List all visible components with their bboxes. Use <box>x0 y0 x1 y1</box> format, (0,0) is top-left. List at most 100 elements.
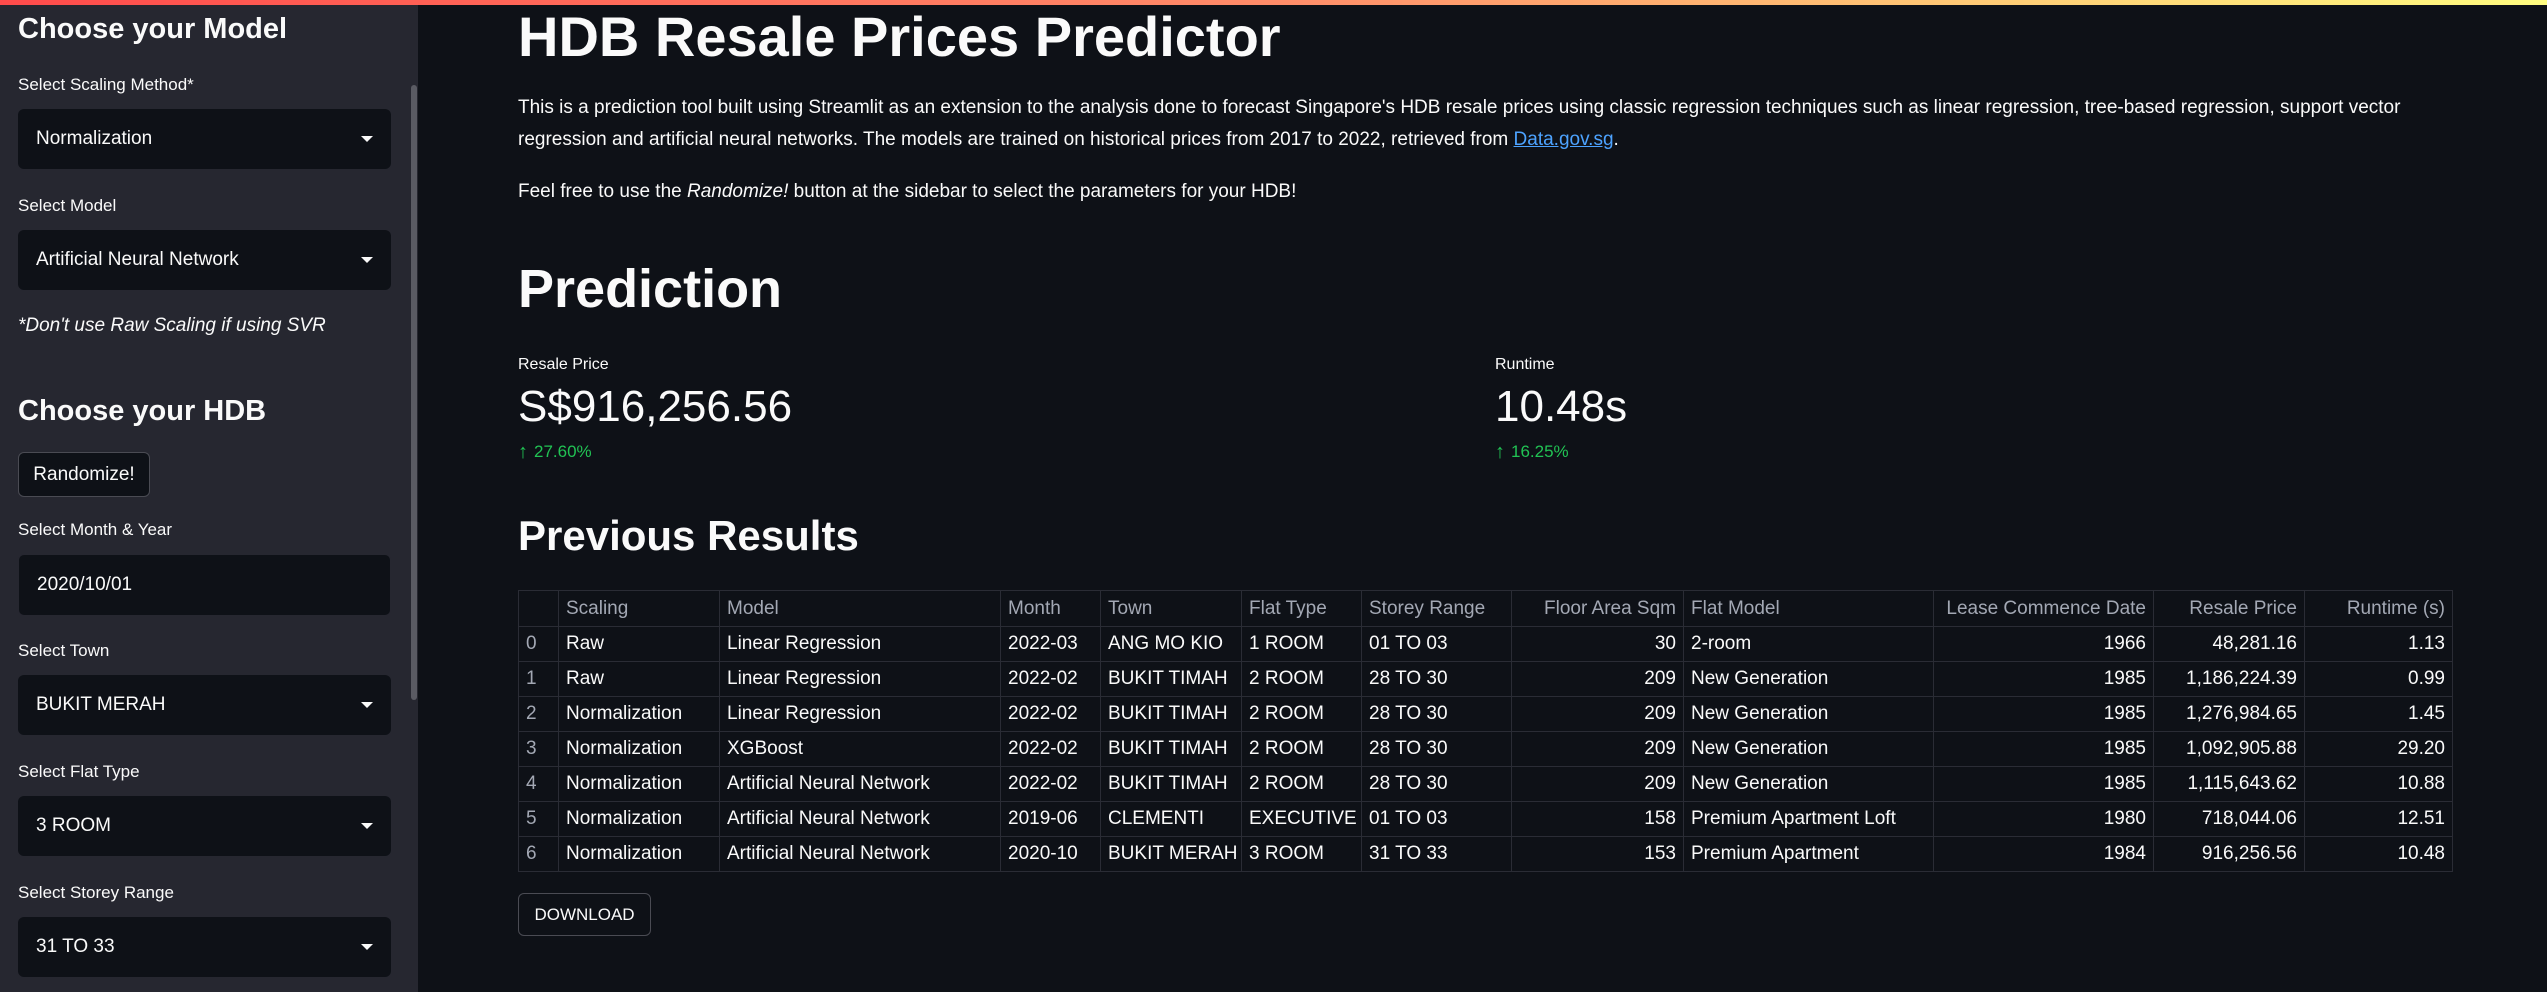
month-date-value: 2020/10/01 <box>37 574 133 595</box>
table-cell: 28 TO 30 <box>1361 696 1512 732</box>
table-cell: 2 ROOM <box>1241 661 1362 697</box>
sidebar-scrollbar[interactable] <box>411 85 417 700</box>
table-cell: 1 ROOM <box>1241 626 1362 662</box>
scaling-select[interactable]: Normalization <box>18 109 391 169</box>
col-model[interactable]: Model <box>719 590 1001 627</box>
table-cell: 1985 <box>1933 661 2154 697</box>
metric-label-runtime: Runtime <box>1495 356 1555 373</box>
table-cell: Normalization <box>558 731 720 767</box>
table-cell: Linear Regression <box>719 661 1001 697</box>
col-flat-model[interactable]: Flat Model <box>1683 590 1934 627</box>
model-select[interactable]: Artificial Neural Network <box>18 230 391 290</box>
table-row[interactable]: 6 Normalization Artificial Neural Network 2… <box>518 836 2453 872</box>
table-cell: 12.51 <box>2304 801 2453 837</box>
table-cell: Normalization <box>558 766 720 802</box>
model-heading: Choose your Model <box>18 13 288 45</box>
col-floor-area[interactable]: Floor Area Sqm <box>1511 590 1684 627</box>
col-month[interactable]: Month <box>1000 590 1101 627</box>
chevron-down-icon <box>361 823 373 829</box>
table-cell: 5 <box>518 801 559 837</box>
table-cell: 10.88 <box>2304 766 2453 802</box>
table-cell: 10.48 <box>2304 836 2453 872</box>
table-cell: BUKIT TIMAH <box>1100 766 1242 802</box>
previous-results-heading: Previous Results <box>518 512 859 559</box>
intro-period: . <box>1613 129 1619 150</box>
table-cell: New Generation <box>1683 696 1934 732</box>
table-cell: 31 TO 33 <box>1361 836 1512 872</box>
table-cell: Normalization <box>558 836 720 872</box>
town-select[interactable]: BUKIT MERAH <box>18 675 391 735</box>
table-cell: 01 TO 03 <box>1361 801 1512 837</box>
table-cell: Linear Regression <box>719 696 1001 732</box>
chevron-down-icon <box>361 944 373 950</box>
month-date-input[interactable]: 2020/10/01 <box>18 554 391 616</box>
download-button[interactable]: DOWNLOAD <box>518 893 651 936</box>
col-storey[interactable]: Storey Range <box>1361 590 1512 627</box>
table-row[interactable]: 1 Raw Linear Regression 2022-02 BUKIT TIMAH 2… <box>518 661 2453 697</box>
table-cell: 153 <box>1511 836 1684 872</box>
intro-text: This is a prediction tool built using St… <box>518 97 2401 150</box>
table-cell: 2022-03 <box>1000 626 1101 662</box>
table-cell: XGBoost <box>719 731 1001 767</box>
table-row[interactable]: 0 Raw Linear Regression 2022-03 ANG MO KIO 1 … <box>518 626 2453 662</box>
month-label: Select Month & Year <box>18 520 173 539</box>
table-cell: Premium Apartment Loft <box>1683 801 1934 837</box>
svr-note: *Don't use Raw Scaling if using SVR <box>18 315 326 336</box>
randomize-button[interactable]: Randomize! <box>18 452 150 497</box>
table-cell: 1 <box>518 661 559 697</box>
col-runtime[interactable]: Runtime (s) <box>2304 590 2453 627</box>
table-cell: 2-room <box>1683 626 1934 662</box>
table-cell: New Generation <box>1683 661 1934 697</box>
table-cell: 2022-02 <box>1000 661 1101 697</box>
prediction-heading: Prediction <box>518 259 783 319</box>
table-cell: 3 ROOM <box>1241 836 1362 872</box>
table-cell: ANG MO KIO <box>1100 626 1242 662</box>
metric-label-price: Resale Price <box>518 356 609 373</box>
table-header-row: Scaling Model Month Town Flat Type Store… <box>518 590 2453 627</box>
table-cell: Raw <box>558 626 720 662</box>
table-cell: 1984 <box>1933 836 2154 872</box>
col-resale-price[interactable]: Resale Price <box>2153 590 2305 627</box>
data-gov-link[interactable]: Data.gov.sg <box>1514 129 1614 150</box>
storey-select[interactable]: 31 TO 33 <box>18 917 391 977</box>
table-row[interactable]: 2 Normalization Linear Regression 2022-02 BU… <box>518 696 2453 732</box>
table-cell: BUKIT MERAH <box>1100 836 1242 872</box>
table-cell: 4 <box>518 766 559 802</box>
table-row[interactable]: 4 Normalization Artificial Neural Network 2… <box>518 766 2453 802</box>
flat-type-select[interactable]: 3 ROOM <box>18 796 391 856</box>
table-cell: 2 <box>518 696 559 732</box>
flat-type-label: Select Flat Type <box>18 762 140 781</box>
table-cell: 1.13 <box>2304 626 2453 662</box>
table-cell: 3 <box>518 731 559 767</box>
table-cell: 30 <box>1511 626 1684 662</box>
results-table: Scaling Model Month Town Flat Type Store… <box>518 590 2453 872</box>
col-town[interactable]: Town <box>1100 590 1242 627</box>
randomize-hint: Feel free to use the Randomize! button a… <box>518 176 2478 208</box>
chevron-down-icon <box>361 136 373 142</box>
main-content: HDB Resale Prices Predictor This is a pr… <box>418 0 2547 992</box>
table-cell: 1985 <box>1933 731 2154 767</box>
table-row[interactable]: 3 Normalization XGBoost 2022-02 BUKIT TIMAH 2… <box>518 731 2453 767</box>
arrow-up-icon: ↑ <box>518 441 528 463</box>
intro-paragraph: This is a prediction tool built using St… <box>518 92 2478 156</box>
col-scaling[interactable]: Scaling <box>558 590 720 627</box>
model-select-value: Artificial Neural Network <box>36 249 239 270</box>
table-row[interactable]: 5 Normalization Artificial Neural Network 2… <box>518 801 2453 837</box>
table-cell: 1985 <box>1933 696 2154 732</box>
col-lease[interactable]: Lease Commence Date <box>1933 590 2154 627</box>
hdb-heading: Choose your HDB <box>18 395 267 427</box>
town-label: Select Town <box>18 641 110 660</box>
arrow-up-icon: ↑ <box>1495 441 1505 463</box>
table-cell: Premium Apartment <box>1683 836 1934 872</box>
flat-type-select-value: 3 ROOM <box>36 815 111 836</box>
table-cell: 6 <box>518 836 559 872</box>
col-flat-type[interactable]: Flat Type <box>1241 590 1362 627</box>
table-cell: 28 TO 30 <box>1361 731 1512 767</box>
table-cell: 2 ROOM <box>1241 731 1362 767</box>
table-cell: Raw <box>558 661 720 697</box>
table-cell: 01 TO 03 <box>1361 626 1512 662</box>
col-index[interactable] <box>518 590 559 627</box>
table-cell: BUKIT TIMAH <box>1100 731 1242 767</box>
metric-delta-price: ↑ 27.60% <box>518 442 592 462</box>
table-cell: 209 <box>1511 661 1684 697</box>
